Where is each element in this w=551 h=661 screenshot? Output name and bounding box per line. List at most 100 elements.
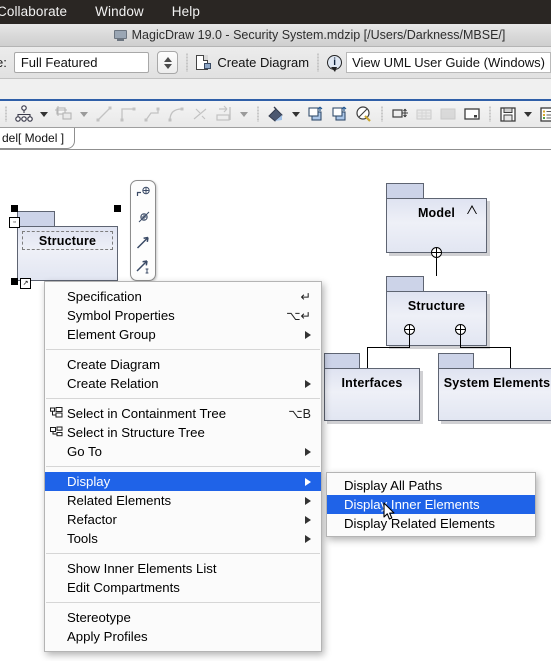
connector-line — [460, 335, 461, 347]
reverse-direction-icon[interactable] — [214, 104, 234, 124]
menu-item-element-group[interactable]: Element Group — [45, 325, 321, 344]
menu-item-label: Specification — [67, 289, 142, 304]
menu-item-go-to[interactable]: Go To — [45, 442, 321, 461]
create-diagram-icon — [196, 55, 212, 70]
perspective-stepper[interactable] — [157, 51, 179, 74]
submenu-item-display-related-elements[interactable]: Display Related Elements — [327, 514, 535, 533]
menu-item-label: Symbol Properties — [67, 308, 175, 323]
menu-item-accel: ↵ — [300, 290, 311, 304]
diagram-tab[interactable]: del[ Model ] — [0, 128, 76, 149]
text-edit-icon[interactable]: ▫ — [9, 217, 20, 228]
save-layout-icon[interactable] — [498, 104, 518, 124]
containment-cross-icon — [431, 247, 442, 258]
bezier-path-icon[interactable] — [190, 104, 210, 124]
menu-item-show-inner-elements-list[interactable]: Show Inner Elements List — [45, 559, 321, 578]
submenu-arrow-icon — [305, 515, 311, 524]
package-model[interactable]: Model — [386, 183, 487, 253]
menu-item-display[interactable]: Display — [45, 472, 321, 491]
create-package-icon[interactable] — [135, 210, 152, 227]
menu-help[interactable]: Help — [158, 0, 214, 24]
package-structure-right[interactable]: Structure — [386, 276, 487, 346]
structure-tree-icon — [50, 426, 63, 439]
list-view-icon[interactable] — [538, 104, 551, 124]
selection-handle-tl[interactable] — [11, 205, 18, 212]
arc-path-icon[interactable] — [166, 104, 186, 124]
menu-item-select-in-containment-tree[interactable]: Select in Containment Tree ⌥B — [45, 404, 321, 423]
selection-handle-bl[interactable] — [11, 278, 18, 285]
package-body: Structure — [386, 291, 487, 346]
menu-collaborate[interactable]: Collaborate — [0, 0, 81, 24]
perspective-value: Full Featured — [20, 55, 98, 70]
connector-line — [409, 335, 410, 347]
selection-handle-tr[interactable] — [114, 205, 121, 212]
menu-item-create-relation[interactable]: Create Relation — [45, 374, 321, 393]
bring-to-front-icon[interactable] — [306, 104, 326, 124]
submenu-arrow-icon — [305, 330, 311, 339]
menu-item-label: Create Relation — [67, 376, 159, 391]
menu-item-create-diagram[interactable]: Create Diagram — [45, 355, 321, 374]
context-menu[interactable]: Specification ↵ Symbol Properties ⌥↵ Ele… — [44, 281, 322, 652]
package-tab — [324, 353, 360, 369]
dropdown-caret-icon[interactable] — [240, 111, 248, 117]
diagram-tab-label: del[ Model ] — [2, 131, 65, 145]
menu-item-apply-profiles[interactable]: Apply Profiles — [45, 627, 321, 646]
view-uml-user-guide-button[interactable]: View UML User Guide (Windows) — [346, 52, 551, 73]
package-interfaces[interactable]: Interfaces — [324, 353, 420, 421]
window-title-bar[interactable]: MagicDraw 19.0 - Security System.mdzip [… — [0, 24, 551, 47]
containment-tree-icon — [50, 407, 63, 420]
package-tab — [438, 353, 474, 369]
toolbar-grip[interactable] — [5, 106, 7, 122]
menu-window[interactable]: Window — [81, 0, 158, 24]
nested-element-icon[interactable] — [54, 104, 74, 124]
menu-item-label: Display — [67, 474, 111, 489]
dropdown-caret-icon[interactable] — [524, 111, 532, 117]
menu-item-select-in-structure-tree[interactable]: Select in Structure Tree — [45, 423, 321, 442]
perspective-label: e: — [0, 55, 7, 70]
format-painter-icon[interactable] — [354, 104, 374, 124]
package-system-elements[interactable]: System Elements — [438, 353, 551, 421]
menu-item-specification[interactable]: Specification ↵ — [45, 287, 321, 306]
menu-item-label: Refactor — [67, 512, 117, 527]
dropdown-caret-icon[interactable] — [40, 111, 48, 117]
create-relation-icon[interactable] — [135, 234, 152, 251]
menu-item-refactor[interactable]: Refactor — [45, 510, 321, 529]
menu-separator — [46, 553, 320, 554]
containment-cross-icon — [455, 324, 466, 335]
resize-icon[interactable]: ↗ — [20, 278, 31, 289]
create-nested-package-icon[interactable] — [135, 186, 152, 203]
menu-item-edit-compartments[interactable]: Edit Compartments — [45, 578, 321, 597]
grid-icon[interactable] — [414, 104, 434, 124]
name-edit-box[interactable] — [22, 231, 113, 250]
fill-color-icon[interactable] — [266, 104, 286, 124]
menu-item-stereotype[interactable]: Stereotype — [45, 608, 321, 627]
menu-separator — [46, 466, 320, 467]
menu-item-label: Stereotype — [67, 610, 131, 625]
submenu-item-display-all-paths[interactable]: Display All Paths — [327, 476, 535, 495]
perspective-select[interactable]: Full Featured — [13, 52, 150, 73]
dropdown-caret-icon[interactable] — [292, 111, 300, 117]
presentation-icon[interactable] — [462, 104, 482, 124]
dropdown-caret-icon[interactable] — [80, 111, 88, 117]
submenu-item-display-inner-elements[interactable]: Display Inner Elements — [327, 495, 535, 514]
create-diagram-button[interactable]: Create Diagram — [196, 55, 309, 70]
window-title: MagicDraw 19.0 - Security System.mdzip [… — [131, 28, 506, 42]
menu-item-label: Related Elements — [67, 493, 172, 508]
send-to-back-icon[interactable] — [330, 104, 350, 124]
menu-item-label: Edit Compartments — [67, 580, 180, 595]
create-directed-relation-icon[interactable] — [135, 258, 152, 275]
menu-item-symbol-properties[interactable]: Symbol Properties ⌥↵ — [45, 306, 321, 325]
menu-item-tools[interactable]: Tools — [45, 529, 321, 548]
view-guide-label: View UML User Guide (Windows) — [352, 55, 546, 70]
menu-item-label: Show Inner Elements List — [67, 561, 217, 576]
fit-icon[interactable] — [438, 104, 458, 124]
menu-item-related-elements[interactable]: Related Elements — [45, 491, 321, 510]
smart-manipulator-toolbar[interactable] — [130, 180, 156, 281]
window-icon — [113, 29, 127, 41]
hierarchy-tree-icon[interactable] — [14, 104, 34, 124]
line-path-icon[interactable] — [94, 104, 114, 124]
display-submenu[interactable]: Display All Paths Display Inner Elements… — [326, 472, 536, 537]
align-icon[interactable] — [390, 104, 410, 124]
rectilinear-path-icon[interactable] — [118, 104, 138, 124]
menu-item-label: Element Group — [67, 327, 156, 342]
oblique-path-icon[interactable] — [142, 104, 162, 124]
